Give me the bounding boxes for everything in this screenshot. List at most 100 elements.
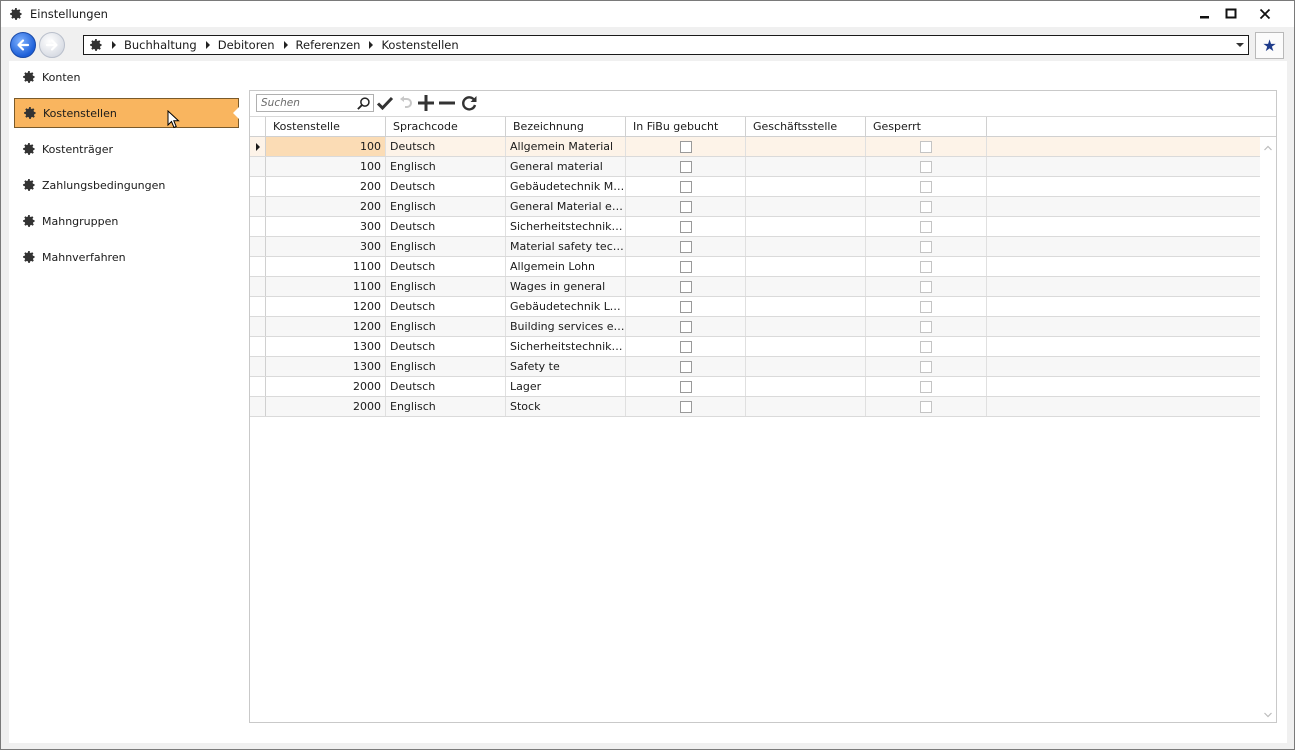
table-row[interactable]: 100 Deutsch Allgemein Material <box>250 137 1260 157</box>
table-row[interactable]: 200 Deutsch Gebäudetechnik Mat… <box>250 177 1260 197</box>
sidebar-item-mahnverfahren[interactable]: Mahnverfahren <box>14 242 239 272</box>
cell-bezeichnung[interactable]: Building services eng… <box>506 317 626 336</box>
cell-kostenstelle[interactable]: 300 <box>266 217 386 236</box>
cell-sprachcode[interactable]: Englisch <box>386 237 506 256</box>
cell-geschaeftsstelle[interactable] <box>746 217 866 236</box>
sidebar-item-mahngruppen[interactable]: Mahngruppen <box>14 206 239 236</box>
cell-kostenstelle[interactable]: 1200 <box>266 317 386 336</box>
row-indicator[interactable] <box>250 177 266 196</box>
cell-geschaeftsstelle[interactable] <box>746 237 866 256</box>
in-fibu-gebucht-checkbox[interactable] <box>680 401 692 413</box>
cell-geschaeftsstelle[interactable] <box>746 317 866 336</box>
cell-sprachcode[interactable]: Deutsch <box>386 257 506 276</box>
gesperrt-checkbox[interactable] <box>920 221 932 233</box>
cell-kostenstelle[interactable]: 2000 <box>266 397 386 416</box>
gesperrt-checkbox[interactable] <box>920 201 932 213</box>
column-header-bezeichnung[interactable]: Bezeichnung <box>506 117 626 137</box>
cell-sprachcode[interactable]: Englisch <box>386 277 506 296</box>
column-header-kostenstelle[interactable]: Kostenstelle <box>266 117 386 137</box>
row-indicator[interactable] <box>250 157 266 176</box>
table-row[interactable]: 1200 Deutsch Gebäudetechnik Lohn <box>250 297 1260 317</box>
cell-kostenstelle[interactable]: 1200 <box>266 297 386 316</box>
cell-sprachcode[interactable]: Deutsch <box>386 377 506 396</box>
table-row[interactable]: 1300 Englisch Safety te <box>250 357 1260 377</box>
cell-bezeichnung[interactable]: Stock <box>506 397 626 416</box>
gesperrt-checkbox[interactable] <box>920 181 932 193</box>
cell-sprachcode[interactable]: Deutsch <box>386 177 506 196</box>
table-row[interactable]: 300 Englisch Material safety tech… <box>250 237 1260 257</box>
row-indicator[interactable] <box>250 217 266 236</box>
row-indicator[interactable] <box>250 237 266 256</box>
in-fibu-gebucht-checkbox[interactable] <box>680 141 692 153</box>
row-indicator[interactable] <box>250 337 266 356</box>
chevron-down-icon[interactable] <box>1236 43 1244 47</box>
cell-bezeichnung[interactable]: Sicherheitstechnik M… <box>506 217 626 236</box>
in-fibu-gebucht-checkbox[interactable] <box>680 261 692 273</box>
sidebar-item-kostentraeger[interactable]: Kostenträger <box>14 134 239 164</box>
column-header-geschaeftsstelle[interactable]: Geschäftsstelle <box>746 117 866 137</box>
table-row[interactable]: 2000 Englisch Stock <box>250 397 1260 417</box>
cell-bezeichnung[interactable]: Wages in general <box>506 277 626 296</box>
close-button[interactable] <box>1255 4 1275 24</box>
refresh-button[interactable] <box>460 94 478 112</box>
gesperrt-checkbox[interactable] <box>920 241 932 253</box>
row-indicator[interactable] <box>250 357 266 376</box>
table-row[interactable]: 1300 Deutsch Sicherheitstechnik L… <box>250 337 1260 357</box>
cell-kostenstelle[interactable]: 100 <box>266 137 386 156</box>
cell-geschaeftsstelle[interactable] <box>746 397 866 416</box>
remove-button[interactable] <box>438 94 456 112</box>
vertical-scrollbar[interactable] <box>1260 137 1276 722</box>
cell-kostenstelle[interactable]: 100 <box>266 157 386 176</box>
cell-sprachcode[interactable]: Englisch <box>386 397 506 416</box>
column-header-sprachcode[interactable]: Sprachcode <box>386 117 506 137</box>
table-row[interactable]: 1100 Deutsch Allgemein Lohn <box>250 257 1260 277</box>
cell-bezeichnung[interactable]: Safety te <box>506 357 626 376</box>
in-fibu-gebucht-checkbox[interactable] <box>680 181 692 193</box>
cell-kostenstelle[interactable]: 1100 <box>266 257 386 276</box>
sidebar-item-kostenstellen[interactable]: Kostenstellen <box>14 98 239 128</box>
cell-geschaeftsstelle[interactable] <box>746 377 866 396</box>
cell-geschaeftsstelle[interactable] <box>746 157 866 176</box>
gesperrt-checkbox[interactable] <box>920 281 932 293</box>
row-indicator[interactable] <box>250 137 266 156</box>
cell-geschaeftsstelle[interactable] <box>746 257 866 276</box>
breadcrumb-item-debitoren[interactable]: Debitoren <box>218 38 275 52</box>
in-fibu-gebucht-checkbox[interactable] <box>680 381 692 393</box>
back-button[interactable] <box>10 32 36 58</box>
table-row[interactable]: 200 Englisch General Material ele… <box>250 197 1260 217</box>
cell-sprachcode[interactable]: Englisch <box>386 197 506 216</box>
favorite-button[interactable]: ★ <box>1255 32 1284 59</box>
cell-sprachcode[interactable]: Deutsch <box>386 217 506 236</box>
add-button[interactable] <box>417 94 435 112</box>
cell-sprachcode[interactable]: Englisch <box>386 357 506 376</box>
cell-sprachcode[interactable]: Englisch <box>386 317 506 336</box>
cell-kostenstelle[interactable]: 1300 <box>266 357 386 376</box>
cell-geschaeftsstelle[interactable] <box>746 177 866 196</box>
cell-geschaeftsstelle[interactable] <box>746 277 866 296</box>
cell-bezeichnung[interactable]: General Material ele… <box>506 197 626 216</box>
in-fibu-gebucht-checkbox[interactable] <box>680 341 692 353</box>
table-row[interactable]: 300 Deutsch Sicherheitstechnik M… <box>250 217 1260 237</box>
cell-sprachcode[interactable]: Deutsch <box>386 297 506 316</box>
gesperrt-checkbox[interactable] <box>920 161 932 173</box>
cell-geschaeftsstelle[interactable] <box>746 197 866 216</box>
cell-bezeichnung[interactable]: Gebäudetechnik Mat… <box>506 177 626 196</box>
row-indicator[interactable] <box>250 297 266 316</box>
minimize-button[interactable] <box>1195 4 1215 24</box>
table-row[interactable]: 1200 Englisch Building services eng… <box>250 317 1260 337</box>
row-indicator[interactable] <box>250 377 266 396</box>
gesperrt-checkbox[interactable] <box>920 141 932 153</box>
row-indicator[interactable] <box>250 277 266 296</box>
cell-kostenstelle[interactable]: 200 <box>266 177 386 196</box>
cell-bezeichnung[interactable]: Allgemein Material <box>506 137 626 156</box>
cell-kostenstelle[interactable]: 300 <box>266 237 386 256</box>
cell-bezeichnung[interactable]: Allgemein Lohn <box>506 257 626 276</box>
cell-bezeichnung[interactable]: General material <box>506 157 626 176</box>
breadcrumb-item-referenzen[interactable]: Referenzen <box>296 38 361 52</box>
cell-kostenstelle[interactable]: 2000 <box>266 377 386 396</box>
cell-geschaeftsstelle[interactable] <box>746 297 866 316</box>
cell-geschaeftsstelle[interactable] <box>746 357 866 376</box>
in-fibu-gebucht-checkbox[interactable] <box>680 301 692 313</box>
in-fibu-gebucht-checkbox[interactable] <box>680 161 692 173</box>
cell-kostenstelle[interactable]: 1100 <box>266 277 386 296</box>
